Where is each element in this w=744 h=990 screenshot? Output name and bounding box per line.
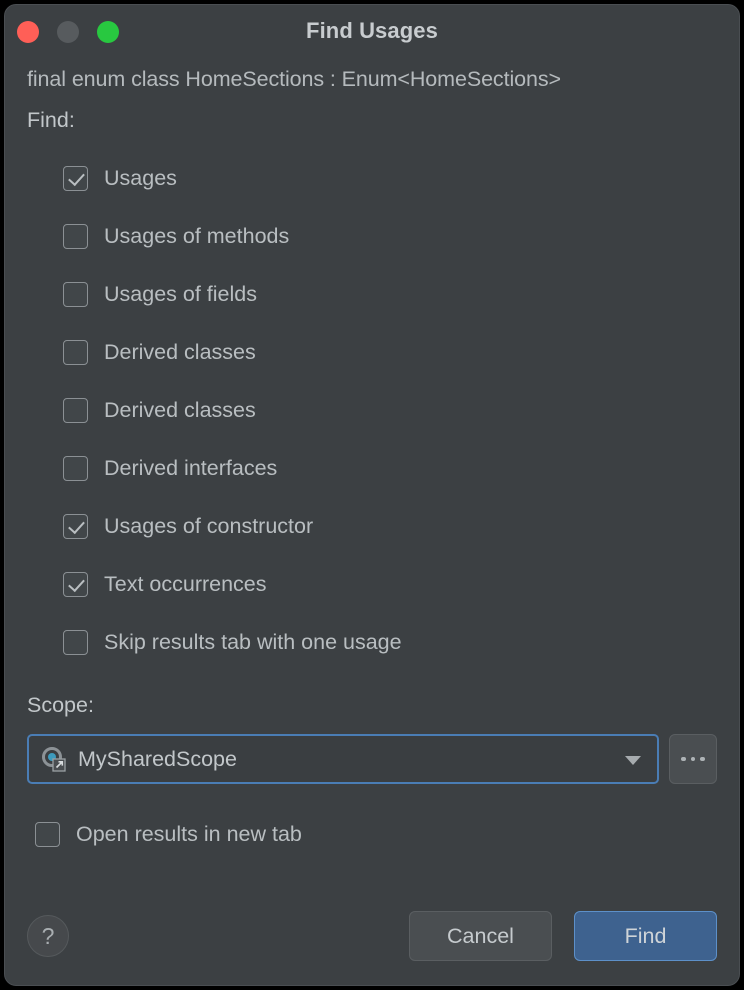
checkbox-derived-classes-1[interactable] <box>63 340 88 365</box>
checkbox-text-occurrences[interactable] <box>63 572 88 597</box>
find-option-derived-interfaces[interactable]: Derived interfaces <box>63 439 717 497</box>
find-option-label: Usages <box>104 166 177 191</box>
find-section-label: Find: <box>27 108 717 133</box>
find-option-text-occurrences[interactable]: Text occurrences <box>63 555 717 613</box>
find-option-label: Derived classes <box>104 340 256 365</box>
checkbox-usages-of-constructor[interactable] <box>63 514 88 539</box>
find-option-label: Skip results tab with one usage <box>104 630 402 655</box>
find-option-usages-of-constructor[interactable]: Usages of constructor <box>63 497 717 555</box>
checkbox-usages-of-methods[interactable] <box>63 224 88 249</box>
shared-scope-icon <box>41 746 67 772</box>
dialog-content: final enum class HomeSections : Enum<Hom… <box>5 67 739 847</box>
open-results-in-new-tab-row[interactable]: Open results in new tab <box>27 822 717 847</box>
help-button[interactable]: ? <box>27 915 69 957</box>
find-option-label: Usages of fields <box>104 282 257 307</box>
checkbox-derived-interfaces[interactable] <box>63 456 88 481</box>
ellipsis-dot <box>700 757 705 762</box>
chevron-down-icon[interactable] <box>625 756 641 765</box>
dialog-footer: ? Cancel Find <box>27 909 717 963</box>
window-title: Find Usages <box>5 18 739 44</box>
open-results-label: Open results in new tab <box>76 822 302 847</box>
ellipsis-dot <box>691 757 696 762</box>
find-option-label: Derived classes <box>104 398 256 423</box>
scope-combobox[interactable]: MySharedScope <box>27 734 659 784</box>
find-option-usages-of-fields[interactable]: Usages of fields <box>63 265 717 323</box>
find-options-list: Usages Usages of methods Usages of field… <box>27 149 717 671</box>
scope-row: MySharedScope <box>27 734 717 784</box>
checkbox-usages-of-fields[interactable] <box>63 282 88 307</box>
checkbox-derived-classes-2[interactable] <box>63 398 88 423</box>
find-option-skip-results-tab[interactable]: Skip results tab with one usage <box>63 613 717 671</box>
checkbox-usages[interactable] <box>63 166 88 191</box>
find-option-label: Usages of methods <box>104 224 289 249</box>
checkbox-open-results-in-new-tab[interactable] <box>35 822 60 847</box>
checkbox-skip-results-tab[interactable] <box>63 630 88 655</box>
title-bar: Find Usages <box>5 5 739 57</box>
scope-browse-button[interactable] <box>669 734 717 784</box>
ellipsis-dot <box>681 757 686 762</box>
find-option-label: Text occurrences <box>104 572 267 597</box>
find-option-label: Usages of constructor <box>104 514 313 539</box>
target-signature: final enum class HomeSections : Enum<Hom… <box>27 67 717 92</box>
scope-value: MySharedScope <box>78 747 237 772</box>
find-usages-dialog: Find Usages final enum class HomeSection… <box>4 4 740 986</box>
find-button[interactable]: Find <box>574 911 717 961</box>
find-option-usages-of-methods[interactable]: Usages of methods <box>63 207 717 265</box>
cancel-button[interactable]: Cancel <box>409 911 552 961</box>
find-option-label: Derived interfaces <box>104 456 277 481</box>
find-option-derived-classes-2[interactable]: Derived classes <box>63 381 717 439</box>
scope-section-label: Scope: <box>27 693 717 718</box>
find-option-usages[interactable]: Usages <box>63 149 717 207</box>
find-option-derived-classes-1[interactable]: Derived classes <box>63 323 717 381</box>
